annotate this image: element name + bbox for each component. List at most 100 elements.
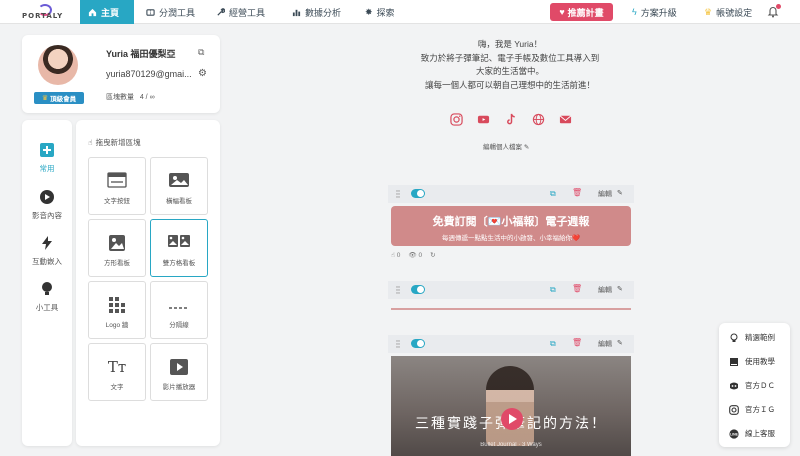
drag-handle-icon[interactable] [396, 340, 400, 348]
block-toolbar: ⧉ 🗑 編輯 ✎ [388, 335, 634, 353]
book-icon [730, 357, 738, 366]
lightning-icon: ϟ [632, 7, 637, 17]
category-common[interactable]: 常用 [22, 142, 72, 174]
edit-block-button[interactable]: 編輯 [598, 189, 612, 199]
video-subtitle: Bullet Journal · 3 Ways [480, 442, 542, 448]
wrench-icon [217, 7, 225, 16]
tile-label: 文字 [110, 384, 124, 391]
category-widgets[interactable]: 小工具 [22, 281, 72, 313]
tile-label: Logo 牆 [105, 322, 129, 329]
block-visibility-toggle[interactable] [411, 339, 425, 348]
trash-icon[interactable]: 🗑 [572, 188, 582, 197]
help-item-instagram[interactable]: 官方ＩＧ [729, 404, 775, 415]
category-media[interactable]: 影音內容 [22, 189, 72, 221]
tile-label: 橫幅看板 [166, 198, 192, 205]
help-item-examples[interactable]: 精選範例 [729, 332, 775, 343]
duplicate-icon[interactable]: ⧉ [550, 339, 556, 349]
preview-block-banner: ⧉ 🗑 編輯 ✎ 免費訂閱〔💌小福報〕電子週報 每週傳遞一點點生活中的小啟發、小… [388, 185, 634, 259]
block-tile-banner[interactable]: 橫幅看板 [150, 157, 208, 215]
tab-home-label: 主頁 [101, 7, 120, 18]
double-image-icon [168, 235, 190, 247]
block-tile-logo-wall[interactable]: Logo 牆 [88, 281, 146, 339]
pencil-icon: ✎ [617, 190, 623, 197]
intro-line: 讓每一個人都可以朝自己理想中的生活前進！ [424, 79, 595, 90]
tab-business-label: 經營工具 [229, 7, 266, 18]
profile-intro: 嗨，我是 Yuria！ 致力於將子彈筆記、電子手帳及數位工具導入到 大家的生活當… [380, 38, 640, 92]
drag-hint-text: 拖曳新增區塊 [95, 138, 141, 147]
help-item-label: 線上客服 [745, 429, 775, 438]
help-item-tutorial[interactable]: 使用教學 [729, 356, 775, 367]
duplicate-icon[interactable]: ⧉ [550, 189, 556, 199]
block-visibility-toggle[interactable] [411, 285, 425, 294]
portaly-logo[interactable]: PORTALY [10, 4, 66, 20]
trash-icon[interactable]: 🗑 [572, 284, 582, 293]
social-links [450, 113, 572, 126]
trash-icon[interactable]: 🗑 [572, 338, 582, 347]
category-embed-label: 互動嵌入 [32, 257, 62, 266]
blocks-panel: ☝ 拖曳新增區塊 文字按鈕 橫幅看板 方形看板 雙方格看板 Logo 牆 分隔線… [76, 120, 220, 446]
sparkle-icon: ✸ [365, 6, 373, 17]
divider-line [391, 308, 631, 310]
help-item-label: 精選範例 [745, 333, 775, 342]
tab-affiliate-tools[interactable]: 分潤工具 [138, 0, 203, 24]
user-name: Yuria 福田優梨亞 [106, 49, 176, 59]
notification-dot [776, 4, 781, 9]
image-banner-icon [169, 173, 189, 187]
block-stats: ☝ 0 👁 0 ↻ [391, 251, 436, 259]
profile-card: ♛ 頂級會員 Yuria 福田優梨亞 ⧉ yuria870129@gmai...… [22, 35, 220, 113]
tab-home[interactable]: 主頁 [80, 0, 134, 24]
avatar[interactable] [38, 45, 78, 85]
duplicate-icon[interactable]: ⧉ [550, 285, 556, 295]
help-item-label: 官方ＤＣ [745, 381, 775, 390]
play-button-icon[interactable] [501, 408, 523, 430]
tiktok-icon[interactable] [505, 113, 518, 126]
block-visibility-toggle[interactable] [411, 189, 425, 198]
lightning-icon [42, 236, 52, 250]
edit-block-button[interactable]: 編輯 [598, 285, 612, 295]
edit-profile-link[interactable]: 編輯個人檔案 ✎ [483, 141, 529, 151]
category-embed[interactable]: 互動嵌入 [22, 235, 72, 267]
block-tile-video-player[interactable]: 影片播放器 [150, 343, 208, 401]
instagram-icon[interactable] [450, 113, 463, 126]
drag-handle-icon[interactable] [396, 286, 400, 294]
block-tile-double-board[interactable]: 雙方格看板 [150, 219, 208, 277]
plus-square-icon [40, 143, 54, 157]
mail-icon[interactable] [559, 113, 572, 126]
newsletter-banner[interactable]: 免費訂閱〔💌小福報〕電子週報 每週傳遞一點點生活中的小啟發、小幸福給你❤️ [391, 206, 631, 246]
help-item-discord[interactable]: 官方ＤＣ [729, 380, 775, 391]
tab-analytics[interactable]: 數據分析 [284, 0, 349, 24]
category-common-label: 常用 [39, 164, 55, 173]
block-tile-square-board[interactable]: 方形看板 [88, 219, 146, 277]
upgrade-plan-link[interactable]: ϟ 方案升級 [624, 0, 685, 24]
tab-explore-label: 探索 [376, 7, 395, 18]
refresh-icon[interactable]: ↻ [430, 251, 435, 259]
help-item-line-support[interactable]: LINE 線上客服 [729, 428, 775, 439]
heart-icon: ♥ [559, 7, 565, 17]
preview-block-video: ⧉ 🗑 編輯 ✎ 三種實踐子彈筆記的方法！ Bullet Journal · 3… [388, 335, 634, 456]
youtube-icon[interactable] [477, 113, 490, 126]
drag-handle-icon[interactable] [396, 190, 400, 198]
lightbulb-icon [42, 282, 52, 295]
crown-icon: ♛ [704, 6, 713, 17]
globe-icon[interactable] [532, 113, 545, 126]
drag-hint: ☝ 拖曳新增區塊 [88, 137, 141, 148]
block-tile-divider[interactable]: 分隔線 [150, 281, 208, 339]
tab-analytics-label: 數據分析 [305, 7, 342, 18]
category-widgets-label: 小工具 [35, 303, 59, 312]
pencil-icon: ✎ [617, 286, 623, 293]
user-email: yuria870129@gmai... [106, 69, 192, 79]
video-thumbnail[interactable]: 三種實踐子彈筆記的方法！ Bullet Journal · 3 Ways [391, 356, 631, 456]
tab-explore[interactable]: ✸ 探索 [357, 0, 403, 24]
gear-icon[interactable]: ⚙ [198, 68, 207, 79]
referral-program-button[interactable]: ♥ 推薦計畫 [550, 3, 613, 21]
block-toolbar: ⧉ 🗑 編輯 ✎ [388, 281, 634, 299]
account-settings-link[interactable]: ♛ 帳號設定 [696, 0, 760, 24]
tile-label: 方形看板 [104, 260, 130, 267]
block-tile-text[interactable]: Tт 文字 [88, 343, 146, 401]
tab-business-tools[interactable]: 經營工具 [208, 0, 273, 24]
banner-title: 免費訂閱〔💌小福報〕電子週報 [432, 216, 590, 228]
edit-block-button[interactable]: 編輯 [598, 339, 612, 349]
block-tile-text-button[interactable]: 文字按鈕 [88, 157, 146, 215]
copy-icon[interactable]: ⧉ [198, 47, 204, 58]
referral-label: 推薦計畫 [567, 7, 604, 18]
